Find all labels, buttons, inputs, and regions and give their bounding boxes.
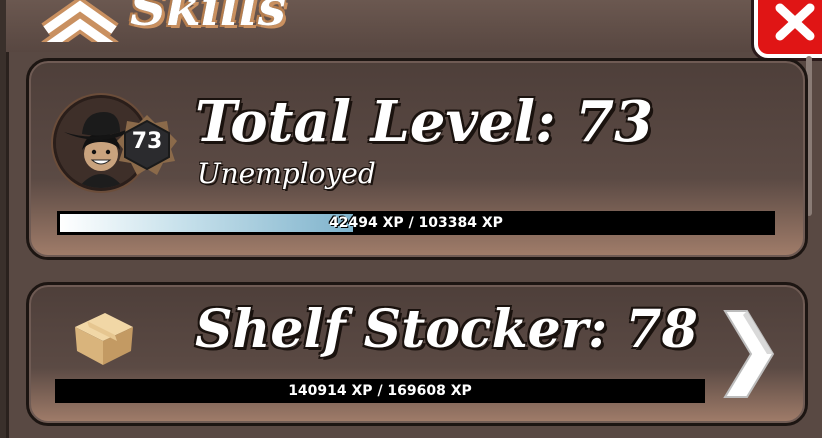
total-level-card: 73 Total Level: 73 Unemployed 42494 XP /… — [26, 58, 808, 260]
close-button[interactable] — [754, 0, 822, 58]
skill-title: Shelf Stocker: 78 — [195, 299, 698, 360]
double-chevron-up-icon[interactable] — [40, 0, 120, 42]
total-xp-bar: 42494 XP / 103384 XP — [57, 211, 775, 235]
close-x-icon — [775, 3, 815, 41]
skill-card-shelf-stocker[interactable]: Shelf Stocker: 78 140914 XP / 169608 XP — [26, 282, 808, 426]
level-badge-number: 73 — [131, 129, 163, 154]
panel-title: Skills — [130, 0, 286, 37]
total-level-title: Total Level: 73 — [195, 89, 654, 155]
chevron-right-icon[interactable] — [721, 307, 777, 401]
skill-xp-bar: 140914 XP / 169608 XP — [55, 379, 705, 403]
total-xp-text: 42494 XP / 103384 XP — [329, 215, 503, 231]
job-subtitle: Unemployed — [197, 157, 376, 190]
panel-header — [6, 0, 822, 52]
cardboard-box-icon — [75, 313, 133, 365]
skill-xp-text: 140914 XP / 169608 XP — [288, 383, 472, 399]
